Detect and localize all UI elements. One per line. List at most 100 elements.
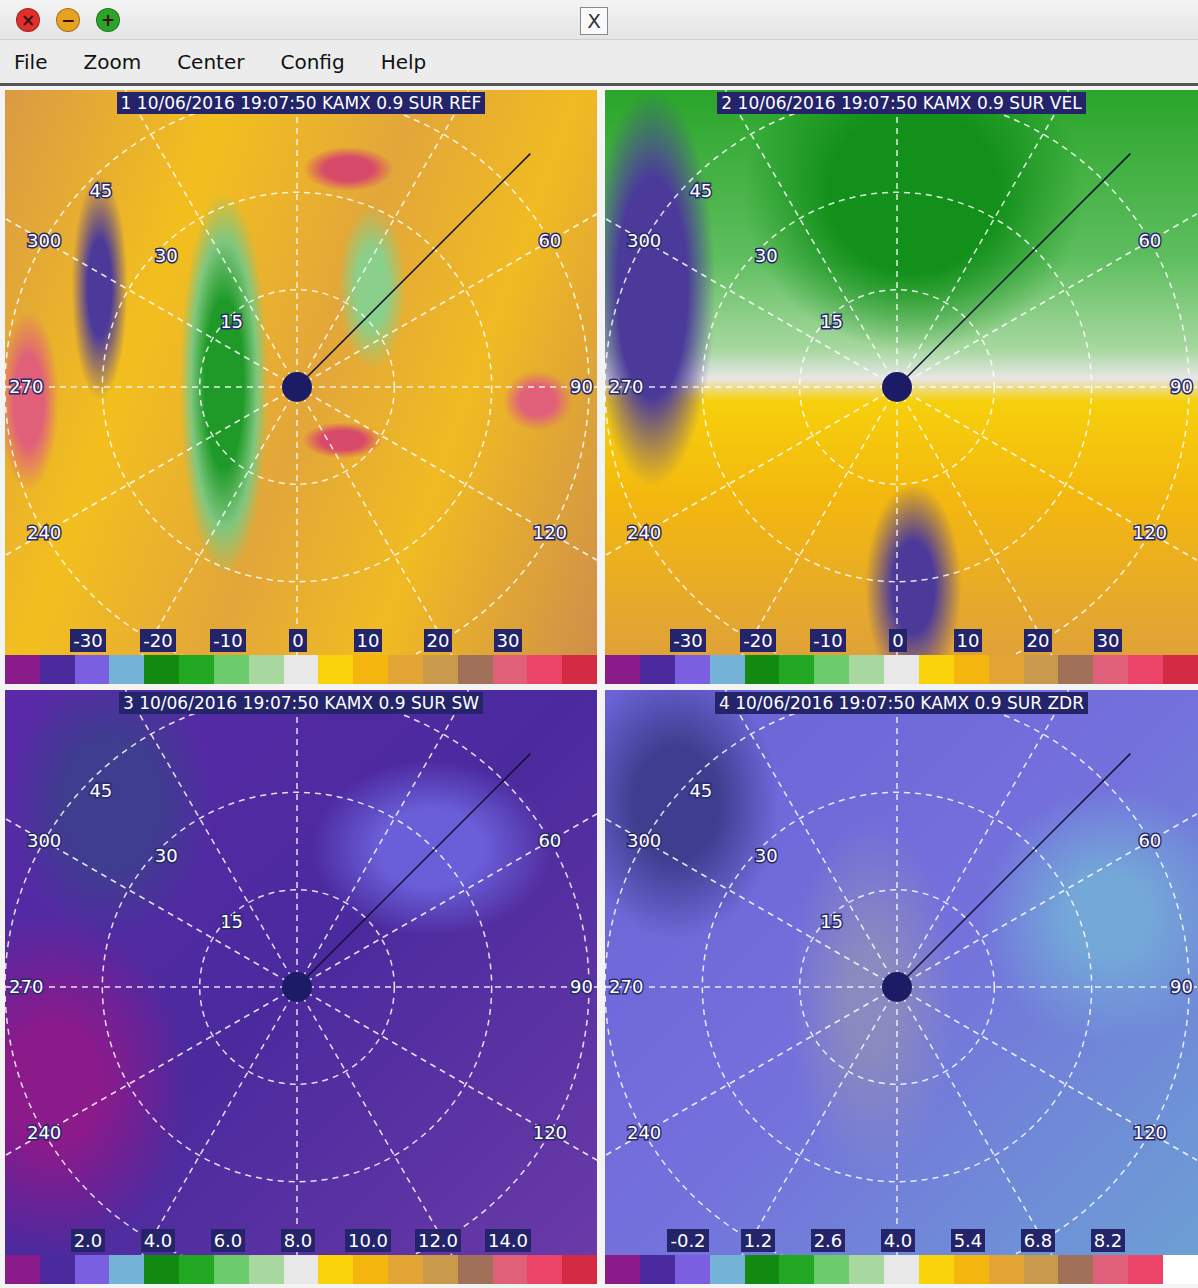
legend-swatch [1128, 1255, 1163, 1284]
azimuth-label: 270 [9, 376, 43, 397]
panel-title: 1 10/06/2016 19:07:50 KAMX 0.9 SUR REF [117, 92, 486, 114]
legend-label: 4.0 [881, 1229, 916, 1252]
color-legend [605, 1255, 1198, 1284]
range-label: 30 [155, 845, 178, 866]
azimuth-label: 120 [533, 522, 567, 543]
legend-labels: -0.21.22.64.05.46.88.2 [605, 1229, 1198, 1252]
azimuth-label: 300 [27, 830, 61, 851]
legend-label: 2.6 [811, 1229, 846, 1252]
legend-label: 1.2 [741, 1229, 776, 1252]
legend-label: 8.0 [281, 1229, 316, 1252]
legend-label: -20 [740, 629, 775, 652]
legend-swatch [849, 655, 884, 684]
menu-item[interactable]: Help [381, 50, 427, 74]
radar-site-icon [282, 372, 312, 402]
legend-swatch [214, 1255, 249, 1284]
color-legend [5, 1255, 597, 1284]
menu-item[interactable]: Zoom [83, 50, 141, 74]
legend-swatch [353, 1255, 388, 1284]
legend-swatch [675, 655, 710, 684]
legend-swatch [5, 1255, 40, 1284]
range-label: 30 [755, 845, 778, 866]
window-control-button[interactable]: − [56, 8, 80, 32]
legend-swatch [919, 1255, 954, 1284]
radar-canvas[interactable]: 15304530027024060901201 10/06/2016 19:07… [5, 90, 597, 655]
legend-label: 4.0 [141, 1229, 176, 1252]
legend-label: 14.0 [485, 1229, 531, 1252]
legend-swatch [179, 655, 214, 684]
legend-swatch [458, 1255, 493, 1284]
range-label: 15 [220, 311, 243, 332]
azimuth-label: 240 [27, 522, 61, 543]
range-label: 45 [689, 780, 712, 801]
legend-label: -0.2 [667, 1229, 708, 1252]
azimuth-label: 270 [609, 976, 643, 997]
radar-panel: 15304530027024060901202 10/06/2016 19:07… [605, 90, 1198, 684]
legend-label: 0 [289, 629, 306, 652]
radar-canvas[interactable]: 15304530027024060901204 10/06/2016 19:07… [605, 690, 1198, 1255]
azimuth-label: 240 [627, 522, 661, 543]
radar-site-icon [882, 372, 912, 402]
legend-swatch [179, 1255, 214, 1284]
range-rings: 1530453002702406090120 [605, 690, 1197, 1255]
legend-swatch [919, 655, 954, 684]
legend-swatch [109, 655, 144, 684]
color-legend [5, 655, 597, 684]
legend-label: 8.2 [1091, 1229, 1126, 1252]
radar-canvas[interactable]: 15304530027024060901203 10/06/2016 19:07… [5, 690, 597, 1255]
range-label: 45 [89, 780, 112, 801]
radar-canvas[interactable]: 15304530027024060901202 10/06/2016 19:07… [605, 90, 1198, 655]
legend-swatch [318, 655, 353, 684]
radar-panel: 15304530027024060901203 10/06/2016 19:07… [5, 690, 597, 1284]
range-label: 15 [220, 911, 243, 932]
legend-swatch [75, 1255, 110, 1284]
legend-swatch [814, 655, 849, 684]
range-label: 45 [89, 180, 112, 201]
legend-swatch [75, 655, 110, 684]
legend-swatch [989, 655, 1024, 684]
range-rings: 1530453002702406090120 [5, 90, 597, 655]
legend-label: 2.0 [71, 1229, 106, 1252]
legend-swatch [493, 1255, 528, 1284]
panel-title: 2 10/06/2016 19:07:50 KAMX 0.9 SUR VEL [717, 92, 1085, 114]
legend-label: -10 [210, 629, 245, 652]
legend-swatch [1058, 655, 1093, 684]
legend-swatch [458, 655, 493, 684]
legend-label: -30 [670, 629, 705, 652]
legend-swatch [388, 1255, 423, 1284]
legend-swatch [884, 655, 919, 684]
legend-swatch [284, 1255, 319, 1284]
menu-item[interactable]: File [14, 50, 47, 74]
legend-swatch [814, 1255, 849, 1284]
panel-title: 4 10/06/2016 19:07:50 KAMX 0.9 SUR ZDR [715, 692, 1088, 714]
azimuth-label: 300 [627, 830, 661, 851]
azimuth-label: 90 [570, 376, 593, 397]
azimuth-label: 60 [538, 830, 561, 851]
legend-swatch [109, 1255, 144, 1284]
legend-swatch [562, 655, 597, 684]
window-control-button[interactable]: × [16, 8, 40, 32]
legend-swatch [318, 1255, 353, 1284]
panel-grid: 15304530027024060901201 10/06/2016 19:07… [0, 86, 1198, 1288]
menu-item[interactable]: Config [280, 50, 344, 74]
legend-swatch [423, 655, 458, 684]
panel-title: 3 10/06/2016 19:07:50 KAMX 0.9 SUR SW [119, 692, 483, 714]
legend-swatch [388, 655, 423, 684]
legend-swatch [1163, 1255, 1198, 1284]
legend-label: -30 [70, 629, 105, 652]
azimuth-label: 90 [1170, 376, 1193, 397]
legend-swatch [423, 1255, 458, 1284]
legend-swatch [1093, 1255, 1128, 1284]
legend-swatch [675, 1255, 710, 1284]
legend-swatch [493, 655, 528, 684]
azimuth-label: 270 [9, 976, 43, 997]
radar-site-icon [882, 972, 912, 1002]
range-label: 30 [155, 245, 178, 266]
legend-swatch [745, 1255, 780, 1284]
azimuth-label: 120 [1133, 522, 1167, 543]
window-control-button[interactable]: + [96, 8, 120, 32]
azimuth-label: 90 [570, 976, 593, 997]
menu-item[interactable]: Center [177, 50, 244, 74]
legend-swatch [954, 655, 989, 684]
azimuth-label: 60 [1138, 830, 1161, 851]
